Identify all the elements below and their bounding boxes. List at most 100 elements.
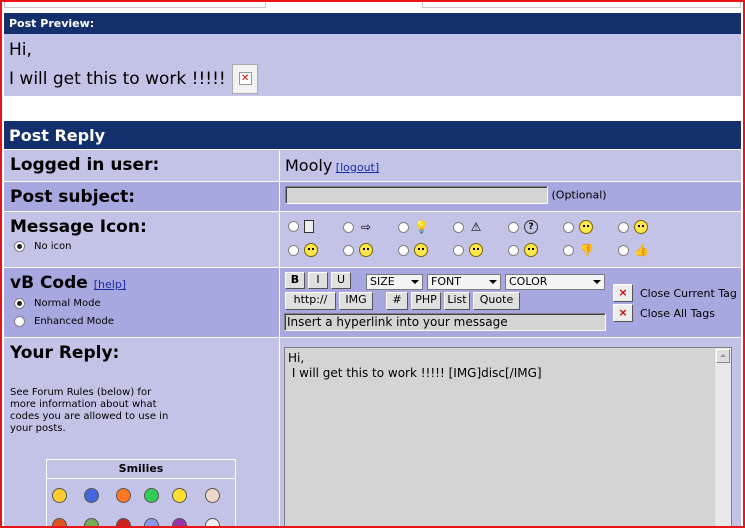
- size-select[interactable]: SIZE: [366, 274, 423, 290]
- preview-line-2-text: I will get this to work !!!!!: [9, 69, 226, 89]
- cool-smile-icon: [579, 220, 593, 234]
- hash-button[interactable]: #: [386, 292, 408, 310]
- reply-text-line-1: Hi,: [288, 351, 305, 365]
- icon-radio[interactable]: [453, 221, 464, 233]
- smilie-smile-icon[interactable]: [52, 488, 67, 503]
- img-button[interactable]: IMG: [339, 292, 373, 310]
- icon-option-smile[interactable]: [618, 220, 648, 234]
- close-all-tags-label: Close All Tags: [640, 307, 715, 320]
- enhanced-mode-radio[interactable]: [14, 316, 25, 327]
- logged-in-label: Logged in user:: [4, 150, 279, 181]
- vbcode-label-cell: vB Code [help] Normal Mode Enhanced Mode: [4, 268, 279, 337]
- icon-radio[interactable]: [618, 244, 629, 256]
- status-field: Insert a hyperlink into your message: [284, 313, 606, 331]
- smilie-cool-icon[interactable]: [205, 518, 220, 526]
- icon-radio[interactable]: [563, 244, 574, 256]
- post-preview-header: Post Preview:: [4, 13, 741, 34]
- smilie-grin-icon[interactable]: [144, 488, 159, 503]
- close-current-tag-button[interactable]: ×: [613, 284, 633, 302]
- close-all-tags-button[interactable]: ×: [613, 304, 633, 322]
- icon-option-grin[interactable]: [398, 243, 428, 257]
- icon-option-frown[interactable]: [343, 243, 373, 257]
- icon-radio[interactable]: [453, 244, 464, 256]
- smilies-title: Smilies: [47, 460, 235, 479]
- bold-button[interactable]: B: [285, 272, 305, 289]
- icon-radio[interactable]: [288, 221, 299, 232]
- icon-option-lightbulb[interactable]: 💡: [398, 220, 429, 234]
- close-icon: ×: [618, 306, 628, 319]
- no-icon-radio[interactable]: [14, 241, 25, 252]
- icon-radio[interactable]: [343, 221, 354, 233]
- icon-option-arrow[interactable]: ⇨: [343, 220, 373, 234]
- reply-scrollbar[interactable]: [714, 348, 731, 526]
- chevron-down-icon: [411, 280, 419, 284]
- php-button[interactable]: PHP: [411, 292, 441, 310]
- no-icon-label: No icon: [34, 241, 72, 252]
- smilie-mad-icon[interactable]: [52, 518, 67, 526]
- smilie-question-icon[interactable]: [172, 518, 187, 526]
- icon-option-thumbs-up[interactable]: 👍: [618, 243, 649, 257]
- arrow-right-icon: ⇨: [360, 220, 372, 234]
- italic-button[interactable]: I: [308, 272, 328, 289]
- icon-option-wink[interactable]: [508, 243, 538, 257]
- color-select[interactable]: COLOR: [505, 274, 605, 290]
- forum-rules-note: See Forum Rules (below) for more informa…: [10, 387, 169, 434]
- surprised-icon: [469, 243, 483, 257]
- smilie-happy-icon[interactable]: [172, 488, 187, 503]
- icon-option-document[interactable]: [288, 220, 314, 233]
- icon-radio[interactable]: [508, 221, 519, 233]
- logout-link[interactable]: [logout]: [336, 161, 379, 174]
- reply-textarea[interactable]: Hi, I will get this to work !!!!! [IMG]d…: [284, 347, 732, 526]
- icon-radio[interactable]: [398, 244, 409, 256]
- frown-icon: [359, 243, 373, 257]
- icon-option-question[interactable]: ?: [508, 220, 538, 234]
- normal-mode-option[interactable]: Normal Mode: [14, 298, 273, 309]
- icon-option-cool[interactable]: [563, 220, 593, 234]
- smilie-surprised-icon[interactable]: [116, 488, 131, 503]
- icon-radio[interactable]: [563, 221, 574, 233]
- normal-mode-radio[interactable]: [14, 298, 25, 309]
- reply-label: Your Reply:: [10, 343, 120, 363]
- underline-button[interactable]: U: [331, 272, 351, 289]
- smilie-confused-icon[interactable]: [84, 518, 99, 526]
- logged-in-row: Logged in user: Mooly [logout]: [4, 150, 741, 181]
- post-subject-row: Post subject: (Optional): [4, 182, 741, 211]
- icon-option-angry[interactable]: [288, 243, 318, 257]
- post-subject-label: Post subject:: [4, 182, 279, 211]
- icon-option-warning[interactable]: ⚠: [453, 220, 483, 234]
- scroll-up-icon[interactable]: [716, 349, 730, 363]
- icon-radio[interactable]: [343, 244, 354, 256]
- top-strip: [2, 2, 743, 10]
- http-button[interactable]: http://: [285, 292, 336, 310]
- icon-radio[interactable]: [618, 221, 629, 233]
- smilie-red-icon[interactable]: [116, 518, 131, 526]
- vbcode-help-link[interactable]: [help]: [94, 278, 126, 291]
- icon-option-thumbs-down[interactable]: 👎: [563, 243, 594, 257]
- screenshot-frame: Post Preview: Hi, I will get this to wor…: [0, 0, 745, 528]
- message-icon-label-cell: Message Icon: No icon: [4, 212, 279, 267]
- list-button[interactable]: List: [444, 292, 470, 310]
- broken-image-icon: ✕: [231, 64, 258, 94]
- quote-button[interactable]: Quote: [473, 292, 520, 310]
- message-icon-row: Message Icon: No icon ⇨ 💡 ⚠ ? 👎 👍: [4, 212, 741, 267]
- reply-text-line-2: I will get this to work !!!!! [IMG]disc[…: [288, 366, 542, 380]
- smilies-box: Smilies: [46, 459, 236, 526]
- icon-radio[interactable]: [398, 221, 409, 233]
- logged-in-value: Mooly [logout]: [280, 150, 741, 181]
- icon-radio[interactable]: [288, 244, 299, 256]
- no-icon-option[interactable]: No icon: [14, 241, 273, 252]
- font-select[interactable]: FONT: [427, 274, 501, 290]
- preview-line-1: Hi,: [9, 40, 32, 60]
- smilie-sad-icon[interactable]: [84, 488, 99, 503]
- document-icon: [304, 220, 314, 233]
- post-subject-input[interactable]: [285, 186, 548, 204]
- icon-radio[interactable]: [508, 244, 519, 256]
- chevron-down-icon: [593, 280, 601, 284]
- enhanced-mode-option[interactable]: Enhanced Mode: [14, 316, 273, 327]
- normal-mode-label: Normal Mode: [34, 298, 101, 309]
- icon-option-surprised[interactable]: [453, 243, 483, 257]
- post-reply-header: Post Reply: [4, 121, 741, 149]
- close-icon: ×: [618, 286, 628, 299]
- smilie-rolleyes-icon[interactable]: [144, 518, 159, 526]
- smilie-eek-icon[interactable]: [205, 488, 220, 503]
